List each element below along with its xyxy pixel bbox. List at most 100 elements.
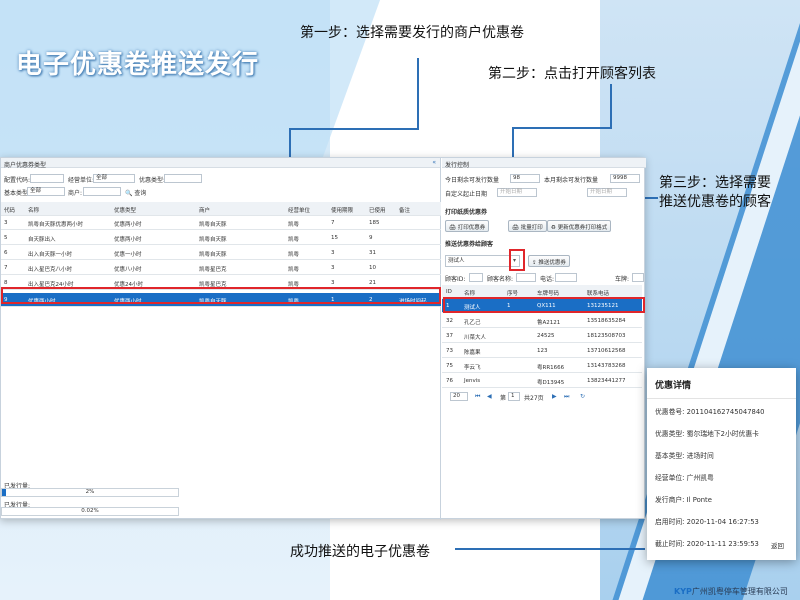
column-header: 联系电话 (587, 291, 610, 297)
push-section-title: 推送优惠券给顾客 (445, 241, 494, 248)
table-cell: 凯粤自天豚 (199, 237, 227, 243)
table-cell: 出入星巴克八小时 (28, 267, 73, 273)
connector-step2-h (512, 127, 612, 129)
chevron-down-icon[interactable]: ▾ (513, 257, 516, 264)
unit-select[interactable]: 全部 (93, 174, 135, 183)
collapse-icon[interactable]: « (432, 159, 436, 166)
annotation-step1: 第一步：选择需要发行的商户优惠卷 (300, 25, 524, 41)
table-row[interactable]: 6 出入自天豚一小时 优惠一小时 凯粤自天豚 凯粤 3 31 (1, 246, 441, 260)
config-code-input[interactable] (30, 174, 64, 183)
back-button[interactable]: 返回 (771, 540, 784, 550)
table-cell: 3 (331, 280, 335, 286)
table-cell: 李云飞 (464, 365, 481, 371)
field-value: 进场时间 (686, 452, 714, 460)
page-label: 第 (500, 395, 507, 402)
filter-phone-input[interactable] (555, 273, 577, 282)
table-cell: 21 (369, 280, 376, 286)
next-page-icon[interactable]: ▶ (552, 393, 557, 400)
today-remaining-label: 今日剩余可发行数量 (445, 177, 500, 184)
customer-row[interactable]: 76 Jenvis 粤D13945 13823441277 (442, 374, 642, 388)
column-header: 优惠类型 (114, 208, 137, 214)
field-label: 基本类型: (655, 452, 685, 460)
coupon-type-select[interactable] (164, 174, 202, 183)
push-coupon-button[interactable]: ⇪ 推送优惠券 (528, 255, 570, 267)
customer-row[interactable]: 32 孔乙己 鲁A2121 13518635284 (442, 314, 642, 328)
annotation-success: 成功推送的电子优惠卷 (290, 544, 430, 560)
total-pages: 共27页 (524, 395, 544, 402)
table-cell: 32 (446, 318, 453, 324)
search-icon: 🔍 (125, 190, 133, 197)
field-label: 截止时间: (655, 540, 685, 548)
end-date-input[interactable]: 开始日期 (587, 188, 627, 197)
print-coupon-button[interactable]: 🖨 打印优惠券 (445, 220, 490, 232)
table-cell: 13518635284 (587, 318, 626, 324)
table-cell: 7 (331, 220, 335, 226)
issued-progress-fill (2, 489, 6, 496)
page-input[interactable]: 1 (508, 392, 520, 401)
company-name: 广州凯粤停车管理有限公司 (691, 587, 788, 596)
batch-print-button[interactable]: 🖨 批量打印 (508, 220, 547, 232)
push-coupon-label: 推送优惠券 (538, 260, 566, 266)
table-cell: 川菜大人 (464, 335, 487, 341)
table-cell: 37 (446, 333, 453, 339)
table-row[interactable]: 7 出入星巴克八小时 优惠八小时 凯粤星巴克 凯粤 3 10 (1, 261, 441, 275)
last-page-icon[interactable]: ⏭ (564, 393, 569, 401)
base-type-select[interactable]: 全部 (27, 187, 65, 196)
prev-page-icon[interactable]: ◀ (487, 393, 492, 400)
refresh-icon[interactable]: ↻ (580, 393, 585, 400)
table-cell: 凯粤自天豚 (199, 252, 227, 258)
table-cell: 凯粤 (288, 222, 300, 228)
field-value: Il Ponte (686, 496, 712, 504)
open-customer-list-highlight (509, 249, 525, 271)
unit-label: 经营单位: (68, 177, 95, 184)
connector-step2-v1 (610, 84, 612, 128)
field-value: 2020-11-04 16:27:53 (686, 518, 759, 526)
table-cell: 13710612568 (587, 348, 626, 354)
field-label: 优惠类型: (655, 430, 685, 438)
table-cell: 75 (446, 363, 453, 369)
table-cell: 出入自天豚一小时 (28, 252, 73, 258)
filter-name-input[interactable] (516, 273, 536, 282)
customer-row[interactable]: 75 李云飞 粤RR1666 13143783268 (442, 359, 642, 373)
column-header: 商户 (199, 208, 211, 214)
connector-step1-h (289, 128, 419, 130)
coupon-detail-field: 优惠卷号: 2011041627450478​40 (655, 406, 765, 416)
table-cell: 凯粤 (288, 237, 300, 243)
divider (647, 398, 796, 399)
filter-id-input[interactable] (469, 273, 483, 282)
coupon-detail-field: 截止时间: 2020-11-11 23:59:53 (655, 538, 759, 548)
start-date-input[interactable]: 开始日期 (497, 188, 537, 197)
printer-icon: 🖨 (449, 225, 456, 231)
issued-progress-value: 2% (85, 489, 95, 495)
table-row[interactable]: 5 自天豚出入 优惠两小时 凯粤自天豚 凯粤 15 9 (1, 231, 441, 245)
table-cell: Jenvis (464, 378, 481, 384)
table-cell: 9 (369, 235, 373, 241)
field-value: 2020-11-11 23:59:53 (686, 540, 759, 548)
column-header: 经营单位 (288, 208, 311, 214)
customer-row[interactable]: 73 陈嘉果 123 13710612568 (442, 344, 642, 358)
table-cell: 24525 (537, 333, 555, 339)
table-cell: 8 (4, 280, 8, 286)
update-format-button[interactable]: ♻ 更新优惠券打印格式 (547, 220, 612, 232)
first-page-icon[interactable]: ⏮ (475, 393, 480, 401)
table-cell: 鲁A2121 (537, 320, 561, 326)
slide: 电子优惠卷推送发行 第一步：选择需要发行的商户优惠卷 第二步：点击打开顾客列表 … (0, 0, 800, 600)
table-cell: 优惠两小时 (114, 222, 142, 228)
table-cell: 优惠两小时 (114, 237, 142, 243)
merchant-select[interactable] (83, 187, 121, 196)
month-remaining-value: 9998 (610, 174, 640, 183)
search-label: 查询 (134, 190, 147, 197)
page-size-select[interactable]: 20 (450, 392, 468, 401)
field-value: 2011041627450478​40 (686, 408, 765, 416)
table-cell: 76 (446, 378, 453, 384)
filter-plate-input[interactable] (632, 273, 644, 282)
column-header: 代码 (4, 208, 16, 214)
customer-row[interactable]: 37 川菜大人 24525 18123508703 (442, 329, 642, 343)
table-row[interactable]: 3 凯粤自天豚优惠两小时 优惠两小时 凯粤自天豚 凯粤 7 185 (1, 216, 441, 230)
search-button[interactable]: 🔍 查询 (125, 188, 146, 197)
print-section-title: 打印纸质优惠券 (445, 209, 488, 216)
table-cell: 5 (4, 235, 8, 241)
field-value: 广州凯粤 (686, 474, 714, 482)
app-window: 商户优惠券类型 « 配置代码: 经营单位: 全部 优惠类型: 基本类型: 全部 … (0, 157, 646, 520)
merchant-label: 商户: (68, 190, 83, 197)
